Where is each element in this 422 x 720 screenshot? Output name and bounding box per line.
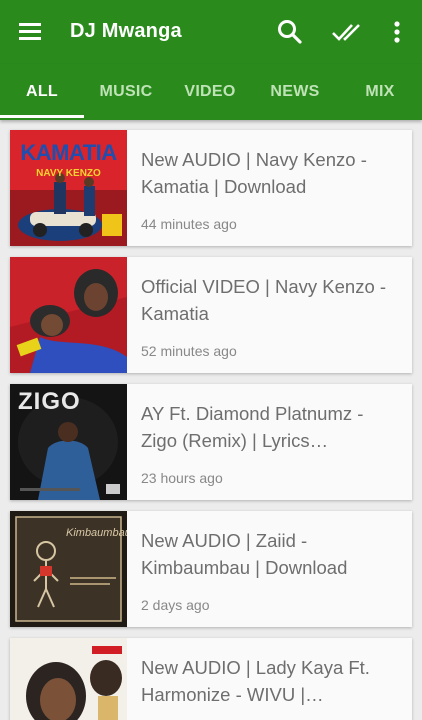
post-timestamp: 52 minutes ago — [141, 343, 237, 359]
post-title: New AUDIO | Zaiid - Kimbaumbau | Downloa… — [141, 530, 348, 578]
app-title: DJ Mwanga — [70, 20, 182, 42]
app-screen: DJ Mwanga ALL MUSIC VIDEO NEWS MIX KAMAT… — [0, 0, 422, 720]
post-card[interactable]: KAMATIA NAVY KENZO New AUDIO | Navy Kenz… — [10, 130, 412, 246]
more-vertical-icon[interactable] — [381, 16, 413, 48]
post-title: New AUDIO | Navy Kenzo - Kamatia | Downl… — [141, 149, 367, 197]
active-tab-indicator — [0, 115, 84, 118]
post-timestamp: 44 minutes ago — [141, 216, 237, 232]
tab-mix[interactable]: MIX — [338, 64, 422, 120]
search-icon[interactable] — [274, 16, 306, 48]
post-timestamp: 2 days ago — [141, 597, 210, 613]
post-thumbnail: KAMATIA NAVY KENZO — [10, 130, 127, 246]
post-thumbnail: ZIGO — [10, 384, 127, 500]
post-card[interactable]: ZIGO AY Ft. Diamond Platnumz - Zigo (Rem… — [10, 384, 412, 500]
tab-video[interactable]: VIDEO — [168, 64, 252, 120]
post-title: Official VIDEO | Navy Kenzo - Kamatia — [141, 276, 387, 324]
post-card[interactable]: Kimbaumbau New AUDIO | Zaiid - Kimbaumba… — [10, 511, 412, 627]
post-card[interactable]: Official VIDEO | Navy Kenzo - Kamatia 52… — [10, 257, 412, 373]
post-card[interactable]: New AUDIO | Lady Kaya Ft. Harmonize - WI… — [10, 638, 412, 720]
tab-all[interactable]: ALL — [0, 64, 84, 120]
thumbnail-caption: ZIGO — [18, 388, 81, 415]
tab-news[interactable]: NEWS — [252, 64, 338, 120]
app-toolbar: DJ Mwanga — [0, 0, 422, 64]
post-title: AY Ft. Diamond Platnumz - Zigo (Remix) |… — [141, 403, 364, 451]
post-thumbnail: Kimbaumbau — [10, 511, 127, 627]
post-feed[interactable]: KAMATIA NAVY KENZO New AUDIO | Navy Kenz… — [0, 120, 422, 720]
post-thumbnail — [10, 257, 127, 373]
tab-music[interactable]: MUSIC — [84, 64, 168, 120]
post-title: New AUDIO | Lady Kaya Ft. Harmonize - WI… — [141, 657, 370, 705]
post-thumbnail — [10, 638, 127, 720]
category-tabs: ALL MUSIC VIDEO NEWS MIX — [0, 64, 422, 120]
double-check-icon[interactable] — [330, 16, 362, 48]
thumbnail-subcaption: NAVY KENZO — [36, 168, 101, 179]
thumbnail-caption: KAMATIA — [20, 140, 117, 165]
hamburger-menu-icon[interactable] — [18, 19, 44, 45]
thumbnail-caption: Kimbaumbau — [66, 527, 127, 539]
post-timestamp: 23 hours ago — [141, 470, 223, 486]
